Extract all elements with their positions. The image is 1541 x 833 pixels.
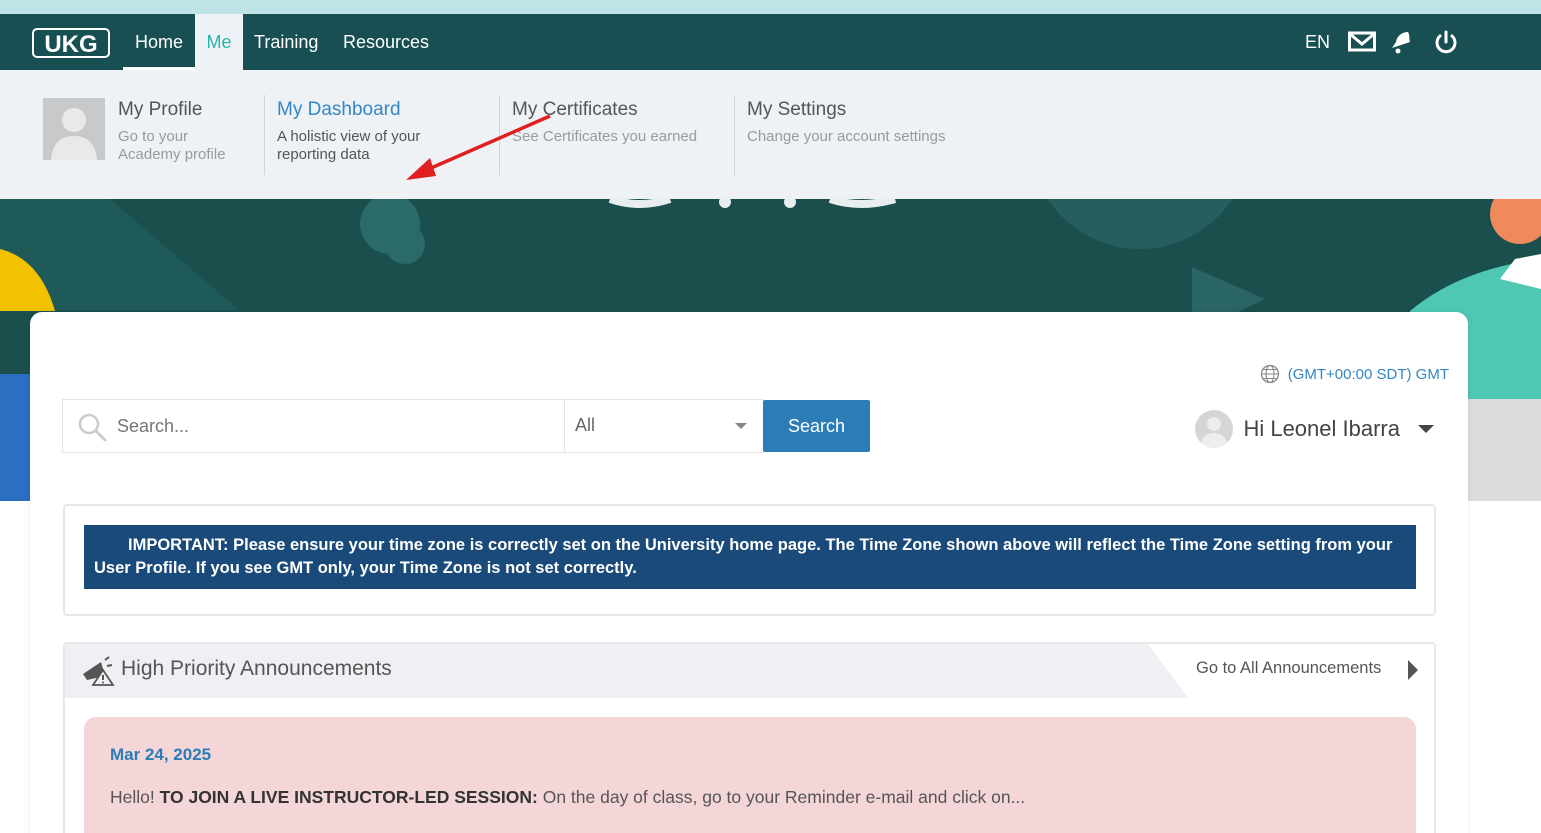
desc-line: Change your account settings [747,128,946,145]
nav-me[interactable]: Me [195,14,243,70]
nav-training[interactable]: Training [254,14,318,70]
timezone-link[interactable]: (GMT+00:00 SDT) GMT [1260,364,1449,384]
filter-value: All [575,415,596,435]
annotation-arrow-icon [406,114,551,180]
go-to-all-announcements-link[interactable]: Go to All Announcements [1148,644,1434,698]
menu-item-desc: Go to your Academy profile [118,128,226,164]
mail-icon[interactable] [1348,30,1376,54]
power-icon[interactable] [1432,30,1460,54]
avatar [1195,410,1234,448]
text-prefix: Hello! [110,787,160,807]
chevron-right-icon [1408,660,1418,680]
profile-avatar [43,98,105,160]
desc-line: Academy profile [118,146,226,163]
svg-text:UKG: UKG [44,31,97,58]
desc-line: Go to your [118,128,189,145]
search-button[interactable]: Search [763,400,870,452]
search-filter-select[interactable]: All [564,399,764,453]
user-greeting: Hi Leonel Ibarra [1243,416,1400,441]
menu-item-title: My Settings [747,99,847,120]
announcement-date: Mar 24, 2025 [110,745,212,764]
me-dropdown-menu: My Profile Go to your Academy profile My… [0,70,1541,199]
desc-line: reporting data [277,146,370,163]
ukg-logo[interactable]: UKG [32,28,110,58]
menu-item-desc: A holistic view of your reporting data [277,128,420,164]
nav-resources[interactable]: Resources [343,14,429,70]
menu-my-settings[interactable]: My Settings Change your account settings [735,70,995,199]
text-rest: On the day of class, go to your Reminder… [537,787,1026,807]
menu-my-profile[interactable]: My Profile Go to your Academy profile [0,70,260,199]
desc-line: A holistic view of your [277,128,421,145]
language-selector[interactable]: EN [1305,14,1330,70]
chevron-down-icon [735,423,747,429]
nav-home[interactable]: Home [123,14,195,70]
announcement-item[interactable]: Mar 24, 2025 Hello! TO JOIN A LIVE INSTR… [84,717,1416,833]
timezone-text: (GMT+00:00 SDT) GMT [1287,365,1449,383]
menu-item-title: My Profile [118,99,203,120]
search-box [62,399,564,453]
menu-item-title: My Dashboard [277,99,401,120]
announcements-title: High Priority Announcements [121,657,392,680]
link-label: Go to All Announcements [1196,659,1382,677]
top-strip [0,0,1541,14]
main-card: (GMT+00:00 SDT) GMT All Search Hi Leonel… [30,312,1468,833]
caret-down-icon [1418,425,1434,433]
globe-icon [1260,364,1279,384]
notice-panel: IMPORTANT: Please ensure your time zone … [63,504,1436,616]
menu-item-desc: Change your account settings [747,128,945,146]
search-icon [78,413,107,442]
announcement-text: Hello! TO JOIN A LIVE INSTRUCTOR-LED SES… [110,787,1025,808]
top-navbar: UKG Home Me Training Resources EN [0,14,1541,70]
user-menu[interactable]: Hi Leonel Ibarra [1195,410,1434,448]
important-notice: IMPORTANT: Please ensure your time zone … [84,525,1416,589]
search-input[interactable] [117,400,557,452]
bell-icon[interactable] [1388,30,1416,54]
announcements-header: High Priority Announcements Go to All An… [65,644,1434,698]
announcements-panel: High Priority Announcements Go to All An… [63,642,1436,833]
text-bold: TO JOIN A LIVE INSTRUCTOR-LED SESSION: [159,787,538,807]
megaphone-warning-icon [83,656,115,686]
